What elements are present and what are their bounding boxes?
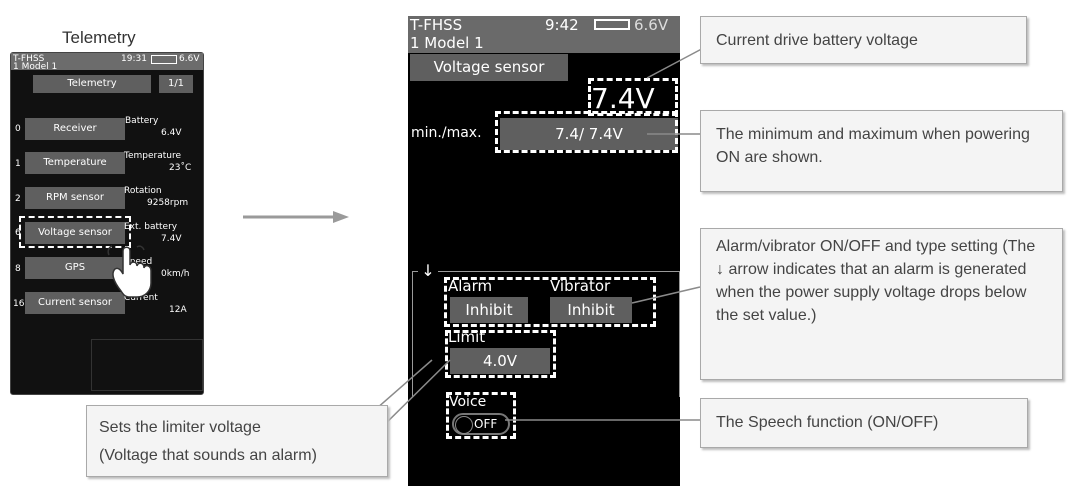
drive-battery-callout: Current drive battery voltage: [700, 16, 1027, 64]
limiter-callout: Sets the limiter voltage (Voltage that s…: [86, 405, 388, 477]
alarm-callout: Alarm/vibrator ON/OFF and type setting (…: [700, 228, 1063, 380]
limiter-callout-line2: (Voltage that sounds an alarm): [99, 447, 317, 464]
minmax-callout: The minimum and maximum when powering ON…: [700, 110, 1063, 192]
limiter-callout-line1: Sets the limiter voltage: [99, 419, 261, 436]
speech-callout: The Speech function (ON/OFF): [700, 398, 1028, 448]
